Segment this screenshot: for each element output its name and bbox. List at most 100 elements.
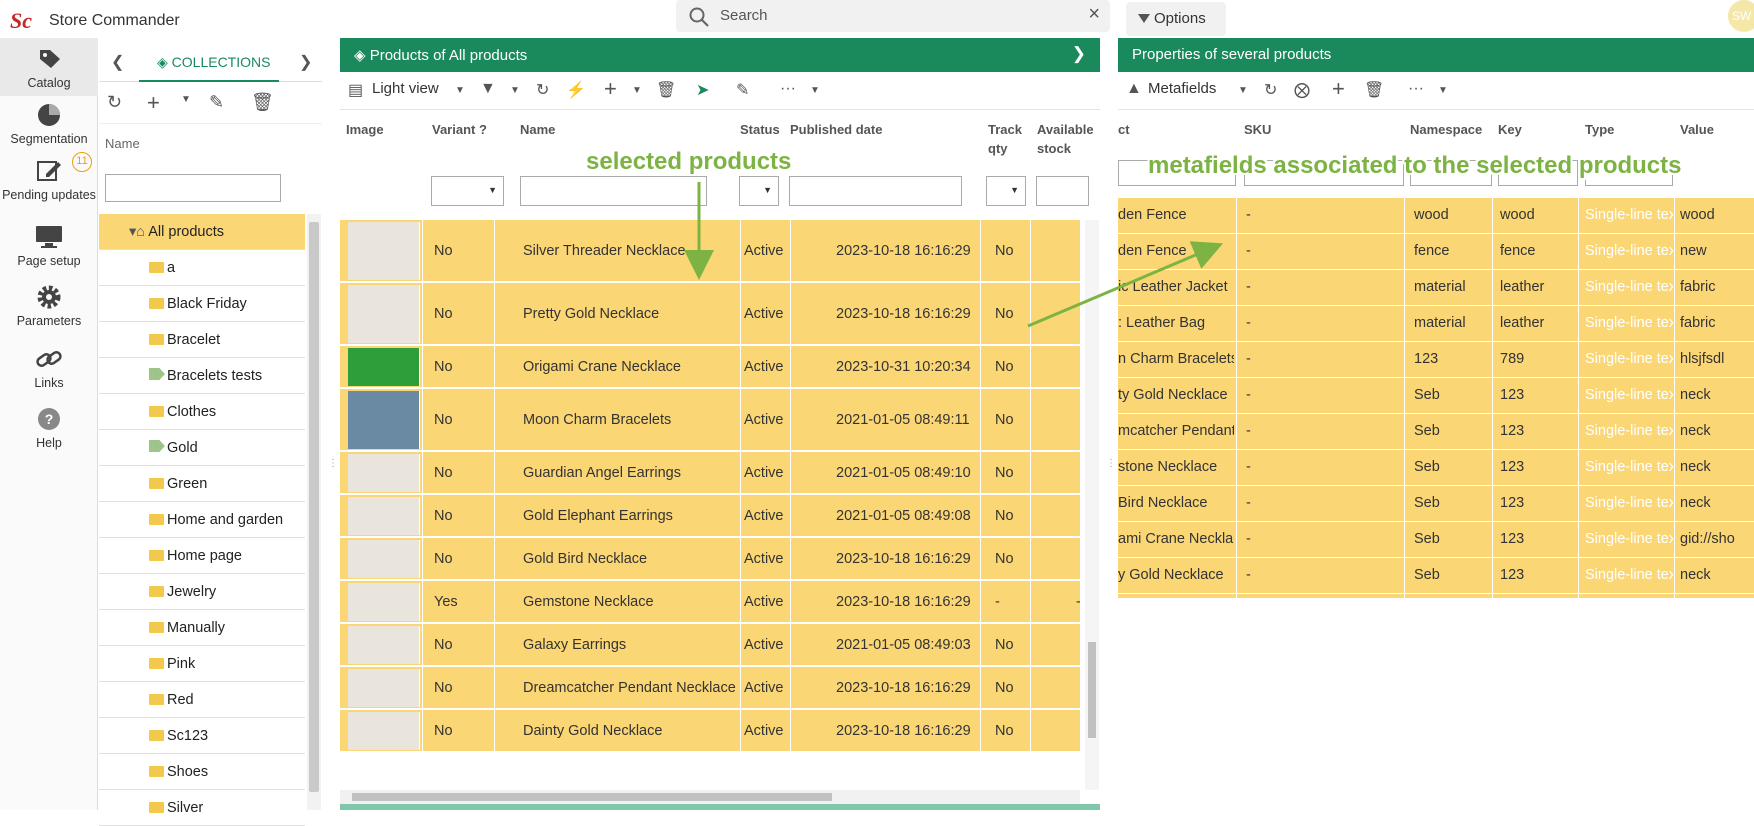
variant-filter-select[interactable]: ▼ xyxy=(431,176,504,206)
search-box[interactable]: Search × xyxy=(676,0,1110,32)
metafield-row[interactable]: stone Necklace - Seb 123 Single-line text nec… xyxy=(1118,450,1754,486)
collection-item[interactable]: Sc123 xyxy=(99,718,305,754)
panel-resizer[interactable]: ⋮ xyxy=(322,38,340,810)
product-row[interactable]: No Origami Crane Necklace Active 2023-10-31… xyxy=(340,346,1080,388)
collapse-icon[interactable]: ⨂ xyxy=(1294,80,1310,100)
chevron-down-icon[interactable]: ▼ xyxy=(181,94,191,105)
refresh-icon[interactable]: ↻ xyxy=(1264,80,1277,100)
metafield-row[interactable]: : Leather Bag - material leather Single-line… xyxy=(1118,306,1754,342)
column-available-stock[interactable]: Available stock xyxy=(1037,120,1099,158)
collection-item[interactable]: Silver xyxy=(99,790,305,826)
add-icon[interactable]: + xyxy=(147,90,160,116)
shapes-icon[interactable]: ▲ xyxy=(1126,80,1142,98)
list-view-icon[interactable]: ▤ xyxy=(348,80,363,100)
chevron-down-icon[interactable]: ▼ xyxy=(510,85,520,96)
view-selector[interactable]: Light view xyxy=(372,80,439,97)
product-row[interactable]: No Dainty Gold Necklace Active 2023-10-18 1… xyxy=(340,710,1080,752)
nav-pending-updates[interactable]: Pending updates 11 xyxy=(0,150,98,214)
product-row[interactable]: No Moon Charm Bracelets Active 2021-01-05 0… xyxy=(340,389,1080,451)
column-image[interactable]: Image xyxy=(346,120,384,139)
product-row[interactable]: No Gold Elephant Earrings Active 2021-01-05… xyxy=(340,495,1080,537)
refresh-icon[interactable]: ↻ xyxy=(107,92,122,113)
more-icon[interactable]: ··· xyxy=(1408,80,1424,98)
product-row[interactable]: No Gold Bird Necklace Active 2023-10-18 16:… xyxy=(340,538,1080,580)
product-row[interactable]: No Dreamcatcher Pendant Necklace Active 202… xyxy=(340,667,1080,709)
collection-item[interactable]: Shoes xyxy=(99,754,305,790)
chevron-right-icon[interactable]: ❯ xyxy=(299,52,312,72)
collection-item[interactable]: Home page xyxy=(99,538,305,574)
chevron-left-icon[interactable]: ❮ xyxy=(111,52,124,72)
collection-item[interactable]: Bracelet xyxy=(99,322,305,358)
add-icon[interactable]: + xyxy=(1332,76,1345,102)
add-icon[interactable]: + xyxy=(604,76,617,102)
more-icon[interactable]: ··· xyxy=(780,80,796,98)
collection-item[interactable]: Green xyxy=(99,466,305,502)
stock-filter-input[interactable] xyxy=(1036,176,1089,206)
column-type[interactable]: Type xyxy=(1585,120,1614,139)
property-view-selector[interactable]: Metafields xyxy=(1148,80,1216,97)
column-name[interactable]: Name xyxy=(520,120,555,139)
options-button[interactable]: Options xyxy=(1126,2,1226,36)
collections-scrollbar[interactable] xyxy=(307,214,321,810)
column-key[interactable]: Key xyxy=(1498,120,1522,139)
metafield-row[interactable]: n Charm Bracelets - 123 789 Single-line text… xyxy=(1118,342,1754,378)
metafield-row[interactable]: Bird Necklace - Seb 123 Single-line text neck xyxy=(1118,486,1754,522)
trash-icon[interactable]: 🗑 xyxy=(1364,80,1384,100)
collection-item[interactable]: Bracelets tests xyxy=(99,358,305,394)
nav-parameters[interactable]: Parameters xyxy=(0,274,98,334)
published-filter-input[interactable] xyxy=(789,176,962,206)
search-input[interactable]: Search xyxy=(720,7,768,24)
collection-item[interactable]: Home and garden xyxy=(99,502,305,538)
chevron-down-icon[interactable]: ▼ xyxy=(1438,85,1448,96)
chevron-right-icon[interactable]: ❯ xyxy=(1072,44,1086,64)
collection-item[interactable]: Pink xyxy=(99,646,305,682)
metafield-row[interactable]: den Fence - fence fence Single-line text new xyxy=(1118,234,1754,270)
product-row[interactable]: No Galaxy Earrings Active 2021-01-05 08:49:… xyxy=(340,624,1080,666)
panel-resizer[interactable]: ⋮ xyxy=(1100,38,1118,810)
products-horizontal-scrollbar[interactable] xyxy=(340,790,1080,804)
nav-catalog[interactable]: Catalog xyxy=(0,38,98,96)
track-filter-select[interactable]: ▼ xyxy=(986,176,1026,206)
metafield-row[interactable]: mcatcher Pendant - Seb 123 Single-line text n… xyxy=(1118,414,1754,450)
nav-links[interactable]: Links xyxy=(0,336,98,396)
column-published[interactable]: Published date xyxy=(790,120,882,139)
metafield-row[interactable]: ty Gold Necklace - Seb 123 Single-line text n… xyxy=(1118,378,1754,414)
product-row[interactable]: No Guardian Angel Earrings Active 2021-01-0… xyxy=(340,452,1080,494)
app-logo[interactable]: Sc xyxy=(10,8,32,34)
collection-item[interactable]: ▾⌂ All products xyxy=(99,214,305,250)
product-row[interactable]: No Pretty Gold Necklace Active 2023-10-18 1… xyxy=(340,283,1080,345)
products-vertical-scrollbar[interactable] xyxy=(1085,220,1099,790)
edit-shopify-icon[interactable]: ✎ xyxy=(736,80,749,100)
status-filter-select[interactable]: ▼ xyxy=(739,176,779,206)
nav-page-setup[interactable]: Page setup xyxy=(0,214,98,274)
column-variant[interactable]: Variant ? xyxy=(432,120,487,139)
tab-collections[interactable]: ◈ COLLECTIONS xyxy=(139,38,279,82)
column-namespace[interactable]: Namespace xyxy=(1410,120,1482,139)
product-row[interactable]: No Silver Threader Necklace Active 2023-10-… xyxy=(340,220,1080,282)
product-row[interactable]: Yes Gemstone Necklace Active 2023-10-18 16:… xyxy=(340,581,1080,623)
chevron-down-icon[interactable]: ▼ xyxy=(632,85,642,96)
column-sku[interactable]: SKU xyxy=(1244,120,1271,139)
metafield-row[interactable]: ami Crane Necklac - Seb 123 Single-line text… xyxy=(1118,522,1754,558)
metafield-row[interactable]: y Gold Necklace - Seb 123 Single-line text ne… xyxy=(1118,558,1754,594)
edit-shopify-icon[interactable]: ✎ xyxy=(209,92,224,113)
collection-item[interactable]: Clothes xyxy=(99,394,305,430)
chevron-down-icon[interactable]: ▼ xyxy=(810,85,820,96)
collection-item[interactable]: Gold xyxy=(99,430,305,466)
filter-icon[interactable]: ▼ xyxy=(480,80,496,98)
trash-icon[interactable]: 🗑 xyxy=(656,80,676,100)
lightning-icon[interactable]: ⚡ xyxy=(566,80,586,100)
column-product[interactable]: ct xyxy=(1118,120,1130,139)
trash-icon[interactable]: 🗑 xyxy=(251,92,274,113)
chevron-down-icon[interactable]: ▼ xyxy=(455,85,465,96)
chevron-down-icon[interactable]: ▼ xyxy=(1238,85,1248,96)
collection-item[interactable]: Black Friday xyxy=(99,286,305,322)
shopify-export-icon[interactable]: ➤ xyxy=(696,80,709,100)
nav-segmentation[interactable]: Segmentation xyxy=(0,96,98,152)
clear-search-icon[interactable]: × xyxy=(1088,3,1100,26)
nav-help[interactable]: ? Help xyxy=(0,396,98,456)
collection-item[interactable]: Jewelry xyxy=(99,574,305,610)
collection-item[interactable]: Red xyxy=(99,682,305,718)
column-status[interactable]: Status xyxy=(740,120,780,139)
name-filter-input[interactable] xyxy=(520,176,707,206)
